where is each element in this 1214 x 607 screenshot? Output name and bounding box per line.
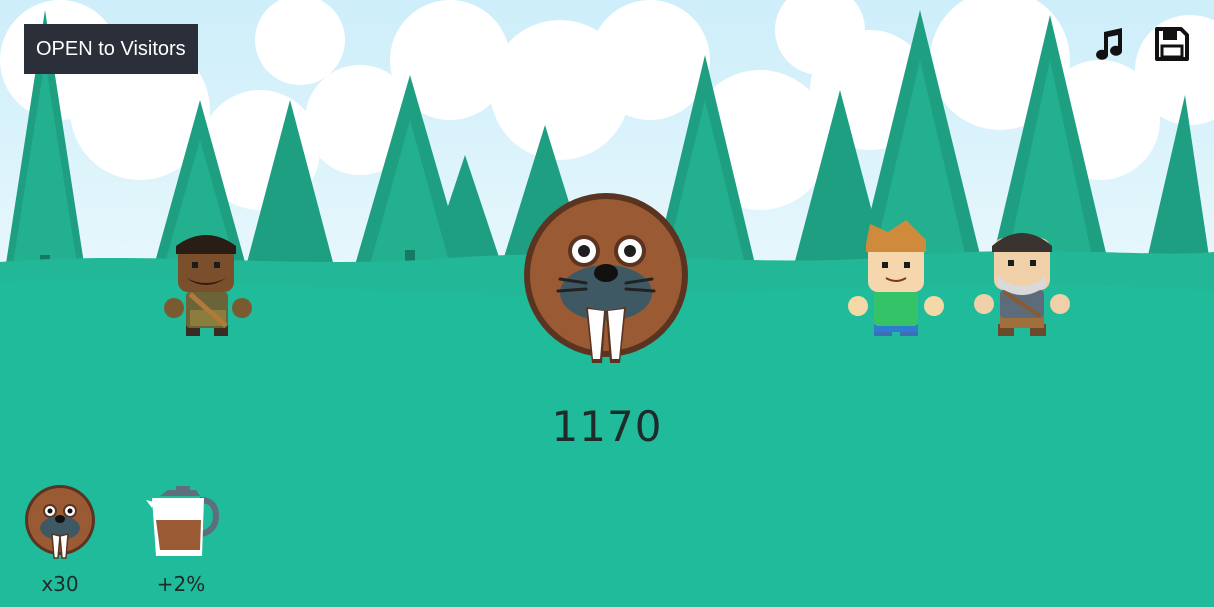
coffee-bonus-label: +2%: [156, 572, 206, 596]
score-counter: 1170: [551, 402, 663, 451]
music-note-icon[interactable]: [1092, 26, 1128, 62]
floppy-disk-icon[interactable]: [1154, 26, 1190, 62]
walrus-count-label: x30: [41, 572, 79, 596]
game-scene: [0, 0, 1214, 607]
open-to-visitors-button[interactable]: OPEN to Visitors: [24, 24, 198, 74]
